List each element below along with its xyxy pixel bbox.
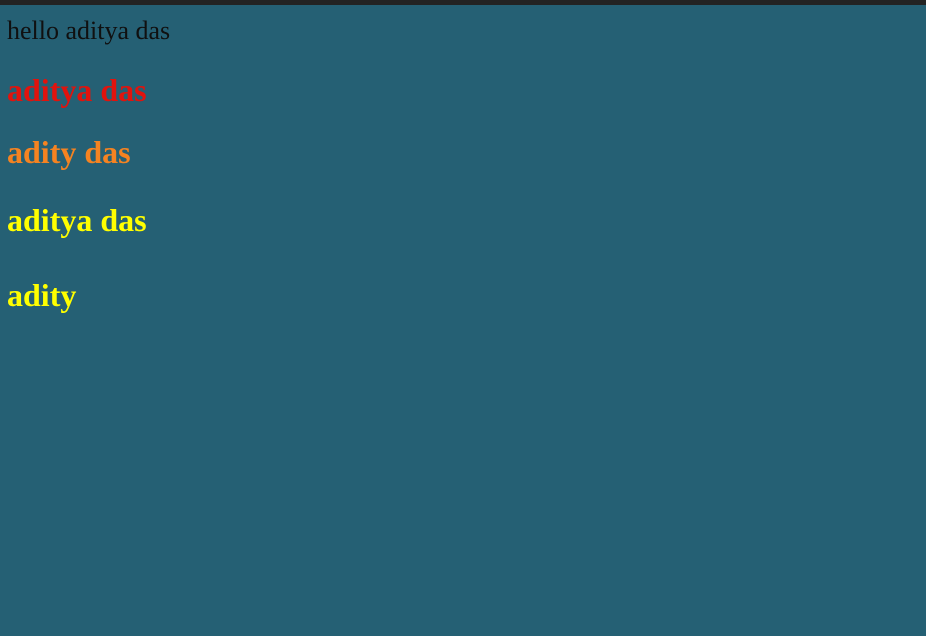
heading-yellow-second: adity: [7, 277, 77, 313]
heading-yellow-first: aditya das: [7, 202, 147, 238]
page-content: hello aditya das aditya das adity das ad…: [7, 0, 926, 636]
intro-text: hello aditya das: [7, 16, 171, 45]
heading-orange: adity das: [7, 134, 131, 170]
heading-red: aditya das: [7, 72, 147, 108]
